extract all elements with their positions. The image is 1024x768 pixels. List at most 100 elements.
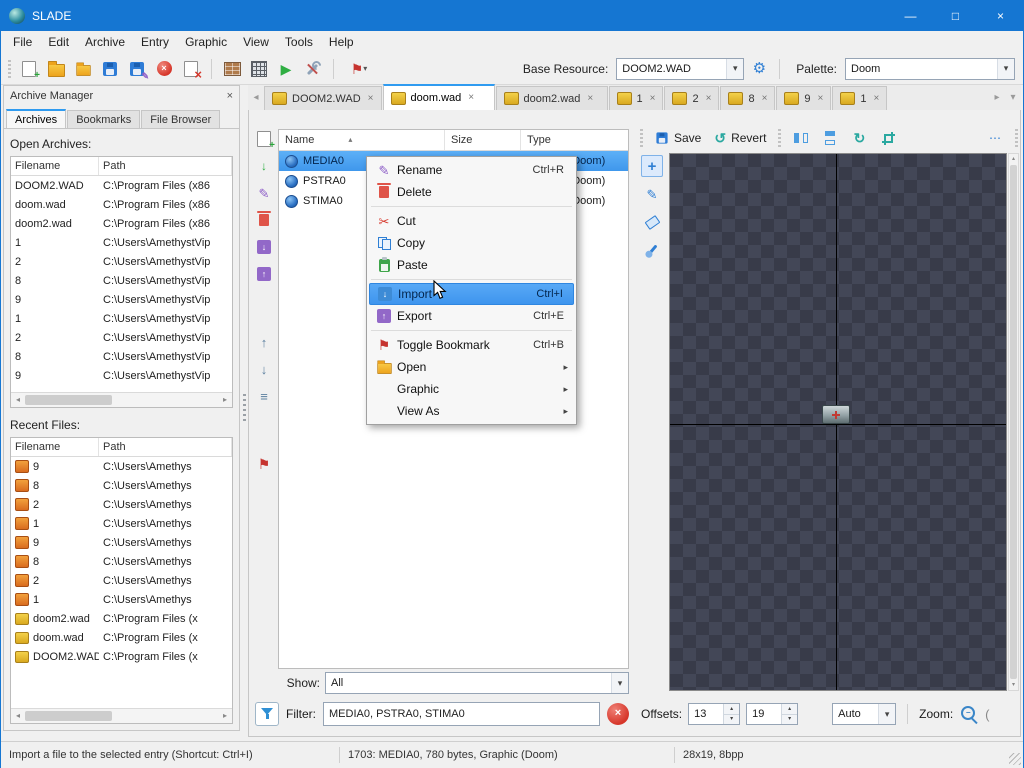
- mirror-button[interactable]: [789, 126, 813, 150]
- context-toggle-bookmark[interactable]: ⚑ Toggle Bookmark Ctrl+B: [369, 334, 574, 356]
- tab-close-icon[interactable]: ×: [762, 93, 768, 104]
- show-select[interactable]: All ▾: [325, 672, 629, 694]
- menu-entry[interactable]: Entry: [133, 35, 177, 49]
- run-archive-button[interactable]: ▶: [274, 57, 298, 81]
- import-files-button[interactable]: ↓: [254, 156, 274, 176]
- close-button[interactable]: ×: [978, 1, 1023, 31]
- tab-close-icon[interactable]: ×: [368, 93, 374, 104]
- menu-view[interactable]: View: [235, 35, 277, 49]
- archive-tab-active[interactable]: doom.wad ×: [382, 84, 495, 110]
- table-row[interactable]: 9 C:\Users\AmethystVip: [11, 366, 232, 385]
- panel-splitter[interactable]: [240, 85, 248, 731]
- archive-tab[interactable]: 8 ×: [720, 86, 776, 110]
- bookmarks-button[interactable]: ⚑ ▾: [342, 57, 376, 81]
- table-row[interactable]: doom.wad C:\Program Files (x: [11, 628, 232, 647]
- archive-tab[interactable]: 9 ×: [776, 86, 832, 110]
- menu-file[interactable]: File: [5, 35, 40, 49]
- move-up-button[interactable]: ↑: [254, 332, 274, 352]
- column-header-type[interactable]: Type: [521, 130, 628, 150]
- crop-button[interactable]: [876, 126, 900, 150]
- delete-entry-button[interactable]: [254, 210, 274, 230]
- column-header-path[interactable]: Path: [99, 438, 232, 456]
- scrollbar-track[interactable]: [25, 393, 218, 407]
- export-entry-button[interactable]: ↑: [254, 264, 274, 284]
- table-row[interactable]: 9 C:\Users\Amethys: [11, 457, 232, 476]
- table-row[interactable]: 8 C:\Users\AmethystVip: [11, 347, 232, 366]
- panel-close-icon[interactable]: ×: [227, 90, 233, 102]
- filter-input[interactable]: [323, 701, 600, 726]
- column-header-size[interactable]: Size: [445, 130, 521, 150]
- context-export[interactable]: ↑ Export Ctrl+E: [369, 305, 574, 327]
- table-row[interactable]: DOOM2.WAD C:\Program Files (x: [11, 647, 232, 666]
- base-resource-select[interactable]: DOOM2.WAD ▾: [616, 57, 745, 80]
- context-cut[interactable]: ✂ Cut: [369, 210, 574, 232]
- gfx-canvas[interactable]: [669, 153, 1007, 691]
- flip-button[interactable]: [818, 126, 842, 150]
- close-archive-button[interactable]: ×: [152, 57, 176, 81]
- context-view-as[interactable]: View As ▸: [369, 400, 574, 422]
- save-button[interactable]: Save: [651, 129, 705, 147]
- open-directory-button[interactable]: [71, 57, 95, 81]
- offset-x-spinner[interactable]: 13 ▴ ▾: [688, 703, 741, 725]
- scrollbar-thumb[interactable]: [25, 395, 112, 405]
- texture-editor-button[interactable]: [220, 57, 244, 81]
- table-row[interactable]: 9 C:\Users\Amethys: [11, 533, 232, 552]
- context-import[interactable]: ↓ Import Ctrl+I: [369, 283, 574, 305]
- setup-button[interactable]: [301, 57, 325, 81]
- save-archive-button[interactable]: [98, 57, 122, 81]
- table-row[interactable]: 8 C:\Users\Amethys: [11, 552, 232, 571]
- resize-grip[interactable]: [1009, 753, 1021, 765]
- context-open[interactable]: Open ▸: [369, 356, 574, 378]
- tabs-scroll-right-icon[interactable]: ▸: [989, 86, 1005, 110]
- move-tool-button[interactable]: +: [641, 155, 663, 177]
- table-row[interactable]: doom2.wad C:\Program Files (x: [11, 609, 232, 628]
- base-resource-settings-button[interactable]: ⚙: [747, 57, 771, 81]
- revert-button[interactable]: ↺ Revert: [710, 129, 770, 147]
- menu-edit[interactable]: Edit: [40, 35, 77, 49]
- archive-tab[interactable]: 2 ×: [664, 86, 720, 110]
- column-header-path[interactable]: Path: [99, 157, 232, 175]
- tab-archives[interactable]: Archives: [6, 109, 67, 128]
- draw-tool-button[interactable]: ✎: [641, 183, 663, 205]
- table-row[interactable]: 2 C:\Users\Amethys: [11, 495, 232, 514]
- scroll-up-icon[interactable]: ▴: [1012, 154, 1015, 164]
- tabs-list-icon[interactable]: ▾: [1005, 86, 1021, 110]
- tab-close-icon[interactable]: ×: [650, 93, 656, 104]
- maximize-button[interactable]: □: [933, 1, 978, 31]
- table-row[interactable]: 8 C:\Users\AmethystVip: [11, 271, 232, 290]
- save-archive-as-button[interactable]: ✎: [125, 57, 149, 81]
- new-entry-button[interactable]: +: [254, 129, 275, 151]
- erase-tool-button[interactable]: [641, 211, 663, 233]
- new-archive-button[interactable]: +: [17, 57, 41, 81]
- tab-close-icon[interactable]: ×: [587, 93, 593, 104]
- column-header-filename[interactable]: Filename: [11, 157, 99, 175]
- map-editor-button[interactable]: [247, 57, 271, 81]
- menu-help[interactable]: Help: [321, 35, 362, 49]
- table-row[interactable]: 8 C:\Users\Amethys: [11, 476, 232, 495]
- spin-up-icon[interactable]: ▴: [724, 704, 740, 715]
- column-header-filename[interactable]: Filename: [11, 438, 99, 456]
- archive-tab[interactable]: doom2.wad ×: [495, 86, 608, 110]
- table-row[interactable]: 1 C:\Users\Amethys: [11, 514, 232, 533]
- scroll-left-icon[interactable]: ◂: [11, 396, 25, 404]
- tab-file-browser[interactable]: File Browser: [141, 110, 221, 128]
- offset-type-select[interactable]: Auto ▾: [832, 703, 897, 725]
- move-down-button[interactable]: ↓: [254, 359, 274, 379]
- pick-color-tool-button[interactable]: [641, 239, 663, 261]
- scroll-right-icon[interactable]: ▸: [218, 396, 232, 404]
- scroll-down-icon[interactable]: ▾: [1012, 680, 1015, 690]
- spin-down-icon[interactable]: ▾: [724, 714, 740, 724]
- tab-bookmarks[interactable]: Bookmarks: [67, 110, 141, 128]
- menu-archive[interactable]: Archive: [77, 35, 133, 49]
- clear-filter-button[interactable]: ×: [607, 702, 629, 725]
- table-row[interactable]: 2 C:\Users\AmethystVip: [11, 328, 232, 347]
- archive-tab[interactable]: 1 ×: [832, 86, 888, 110]
- import-entry-button[interactable]: ↓: [254, 237, 274, 257]
- palette-select[interactable]: Doom ▾: [845, 57, 1015, 80]
- tabs-scroll-left-icon[interactable]: ◂: [248, 86, 264, 110]
- spin-down-icon[interactable]: ▾: [782, 714, 798, 724]
- minimize-button[interactable]: —: [888, 1, 933, 31]
- zoom-out-button[interactable]: −: [959, 704, 979, 725]
- context-copy[interactable]: Copy: [369, 232, 574, 254]
- table-row[interactable]: 2 C:\Users\Amethys: [11, 571, 232, 590]
